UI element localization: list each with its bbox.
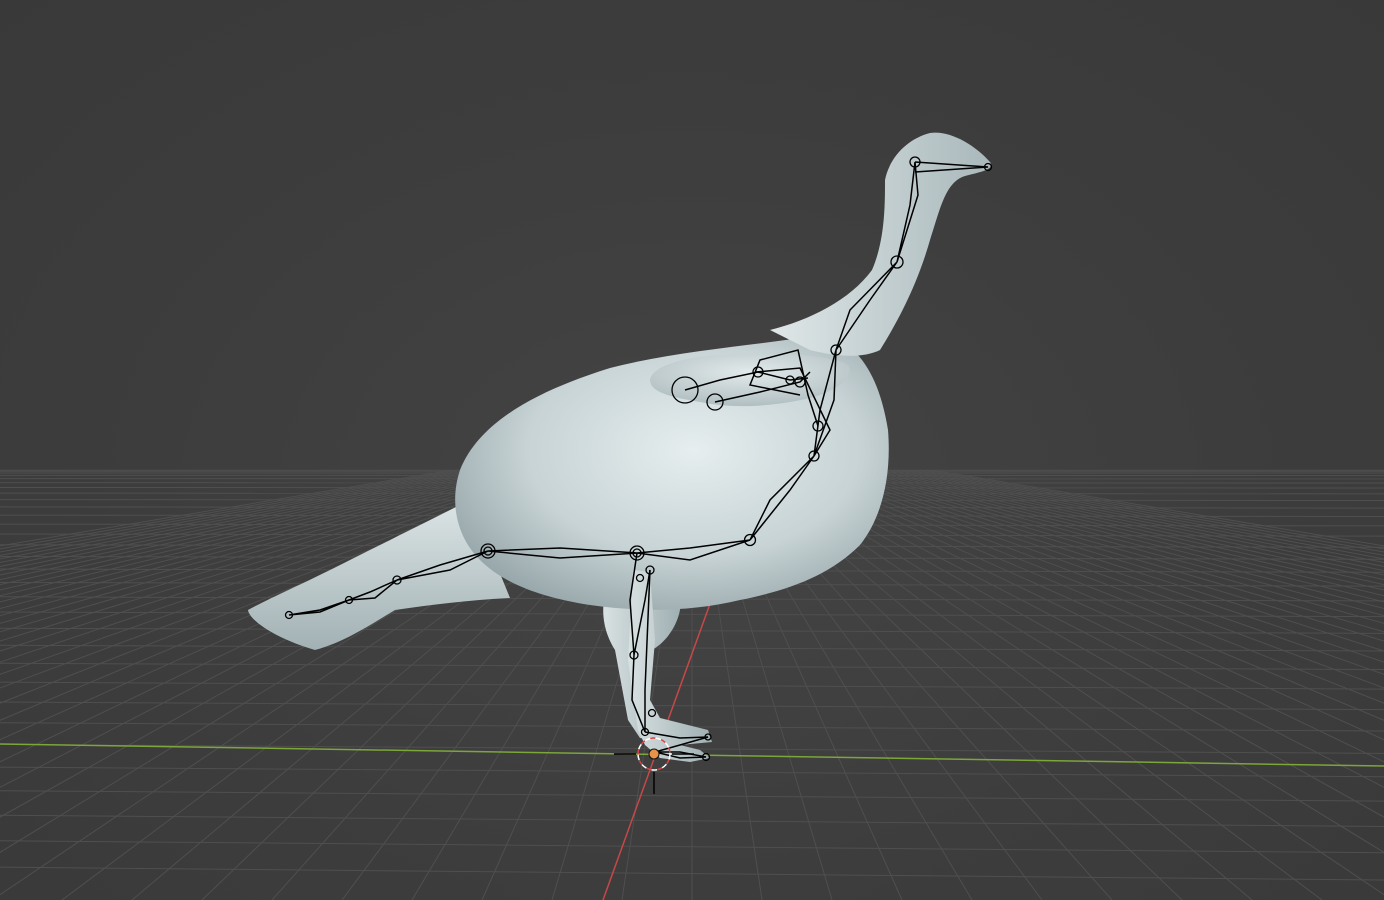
grid-line <box>805 469 1384 675</box>
grid-line <box>847 469 1384 610</box>
3d-viewport[interactable] <box>0 0 1384 900</box>
grid-line <box>895 469 1384 567</box>
grid-line <box>865 469 1384 591</box>
grid-line <box>877 469 1384 581</box>
grid-line <box>889 469 1384 572</box>
mesh-neck <box>770 132 991 356</box>
object-origin[interactable] <box>648 748 660 760</box>
grid-line <box>787 469 1384 721</box>
grid-line <box>883 469 1384 576</box>
grid-line <box>859 469 1384 597</box>
viewport-canvas[interactable] <box>0 0 1384 900</box>
